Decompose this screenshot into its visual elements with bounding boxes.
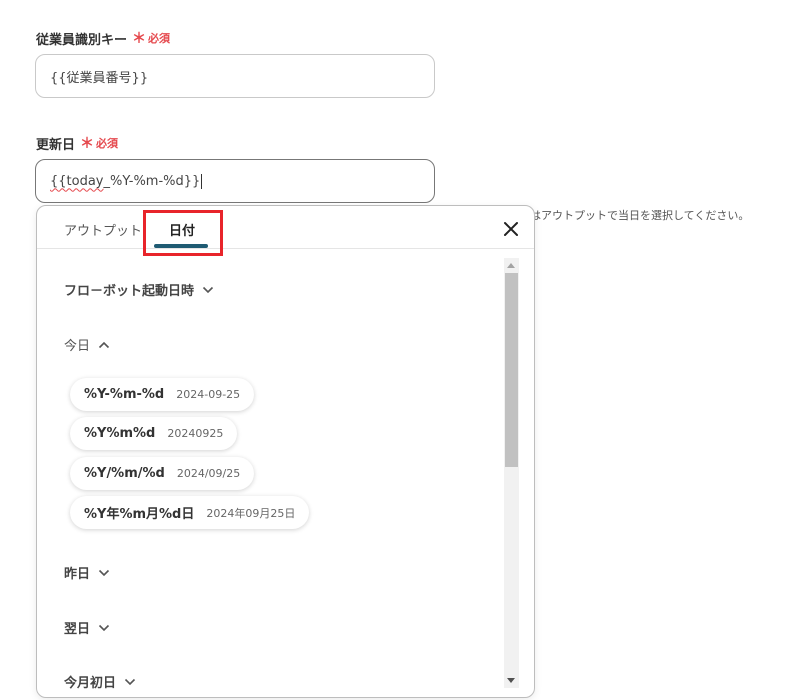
required-asterisk: ＊ [132,31,147,47]
date-format-example: 20240925 [167,427,224,440]
close-button[interactable] [500,218,522,240]
section-month-first-day[interactable]: 今月初日 [64,672,136,691]
helper-text: はアウトプットで当日を選択してください。 [530,209,750,222]
section-label: 昨日 [64,567,91,582]
section-label: フロ－ボット起動日時 [64,284,195,299]
update-date-label-text: 更新日 [36,137,76,153]
employee-key-label-text: 従業員識別キー [36,32,128,48]
update-date-input[interactable]: {{today _%Y-%m-%d}} [35,159,435,203]
date-format-key: %Y/%m/%d [84,466,165,481]
text-caret [201,173,203,189]
required-badge: 必須 [96,137,119,150]
date-format-key: %Y年%m月%d日 [84,507,195,522]
date-format-example: 2024-09-25 [176,388,241,401]
chevron-down-icon [98,624,110,631]
scroll-down-arrow-icon[interactable] [507,678,515,683]
update-date-value-misspelled: {{today [50,173,104,189]
employee-key-label: 従業員識別キー ＊ 必須 [36,28,170,48]
date-format-key: %Y-%m-%d [84,387,165,402]
scroll-up-arrow-icon[interactable] [507,263,515,268]
section-label: 今日 [64,339,91,354]
popup-tab-bar: アウトプット 日付 [37,206,534,256]
date-option-list: フロ－ボット起動日時 今日 %Y-%m-%d 2024-09-25 %Y%m%d… [37,250,507,697]
chevron-down-icon [202,286,214,293]
scroll-thumb[interactable] [505,273,518,467]
employee-key-input[interactable]: {{従業員番号}} [35,54,435,98]
date-format-option[interactable]: %Y%m%d 20240925 [70,417,238,450]
update-date-value: _%Y-%m-%d}} [103,173,201,189]
chevron-down-icon [98,569,110,576]
date-format-key: %Y%m%d [84,426,156,441]
required-asterisk: ＊ [80,136,95,152]
chevron-down-icon [124,678,136,685]
section-tomorrow[interactable]: 翌日 [64,618,110,637]
date-format-option[interactable]: %Y-%m-%d 2024-09-25 [70,378,255,411]
chevron-up-icon [98,341,110,348]
scrollbar[interactable] [504,258,519,688]
section-label: 今月初日 [64,676,117,691]
employee-key-value: {{従業員番号}} [50,70,149,86]
close-icon [504,222,518,236]
section-flowbot-start[interactable]: フロ－ボット起動日時 [64,280,214,299]
date-format-option[interactable]: %Y年%m月%d日 2024年09月25日 [70,496,310,529]
update-date-label: 更新日 ＊ 必須 [36,133,118,153]
variable-picker-popup: アウトプット 日付 フロ－ボット起動日時 今日 %Y-%m-%d 2024-09… [36,205,535,698]
required-badge: 必須 [148,32,171,45]
tab-output[interactable]: アウトプット [64,220,142,239]
date-format-example: 2024年09月25日 [206,506,296,520]
date-format-example: 2024/09/25 [176,467,241,480]
date-format-option[interactable]: %Y/%m/%d 2024/09/25 [70,457,255,490]
section-yesterday[interactable]: 昨日 [64,563,110,582]
section-today[interactable]: 今日 [64,335,110,354]
section-label: 翌日 [64,622,91,637]
